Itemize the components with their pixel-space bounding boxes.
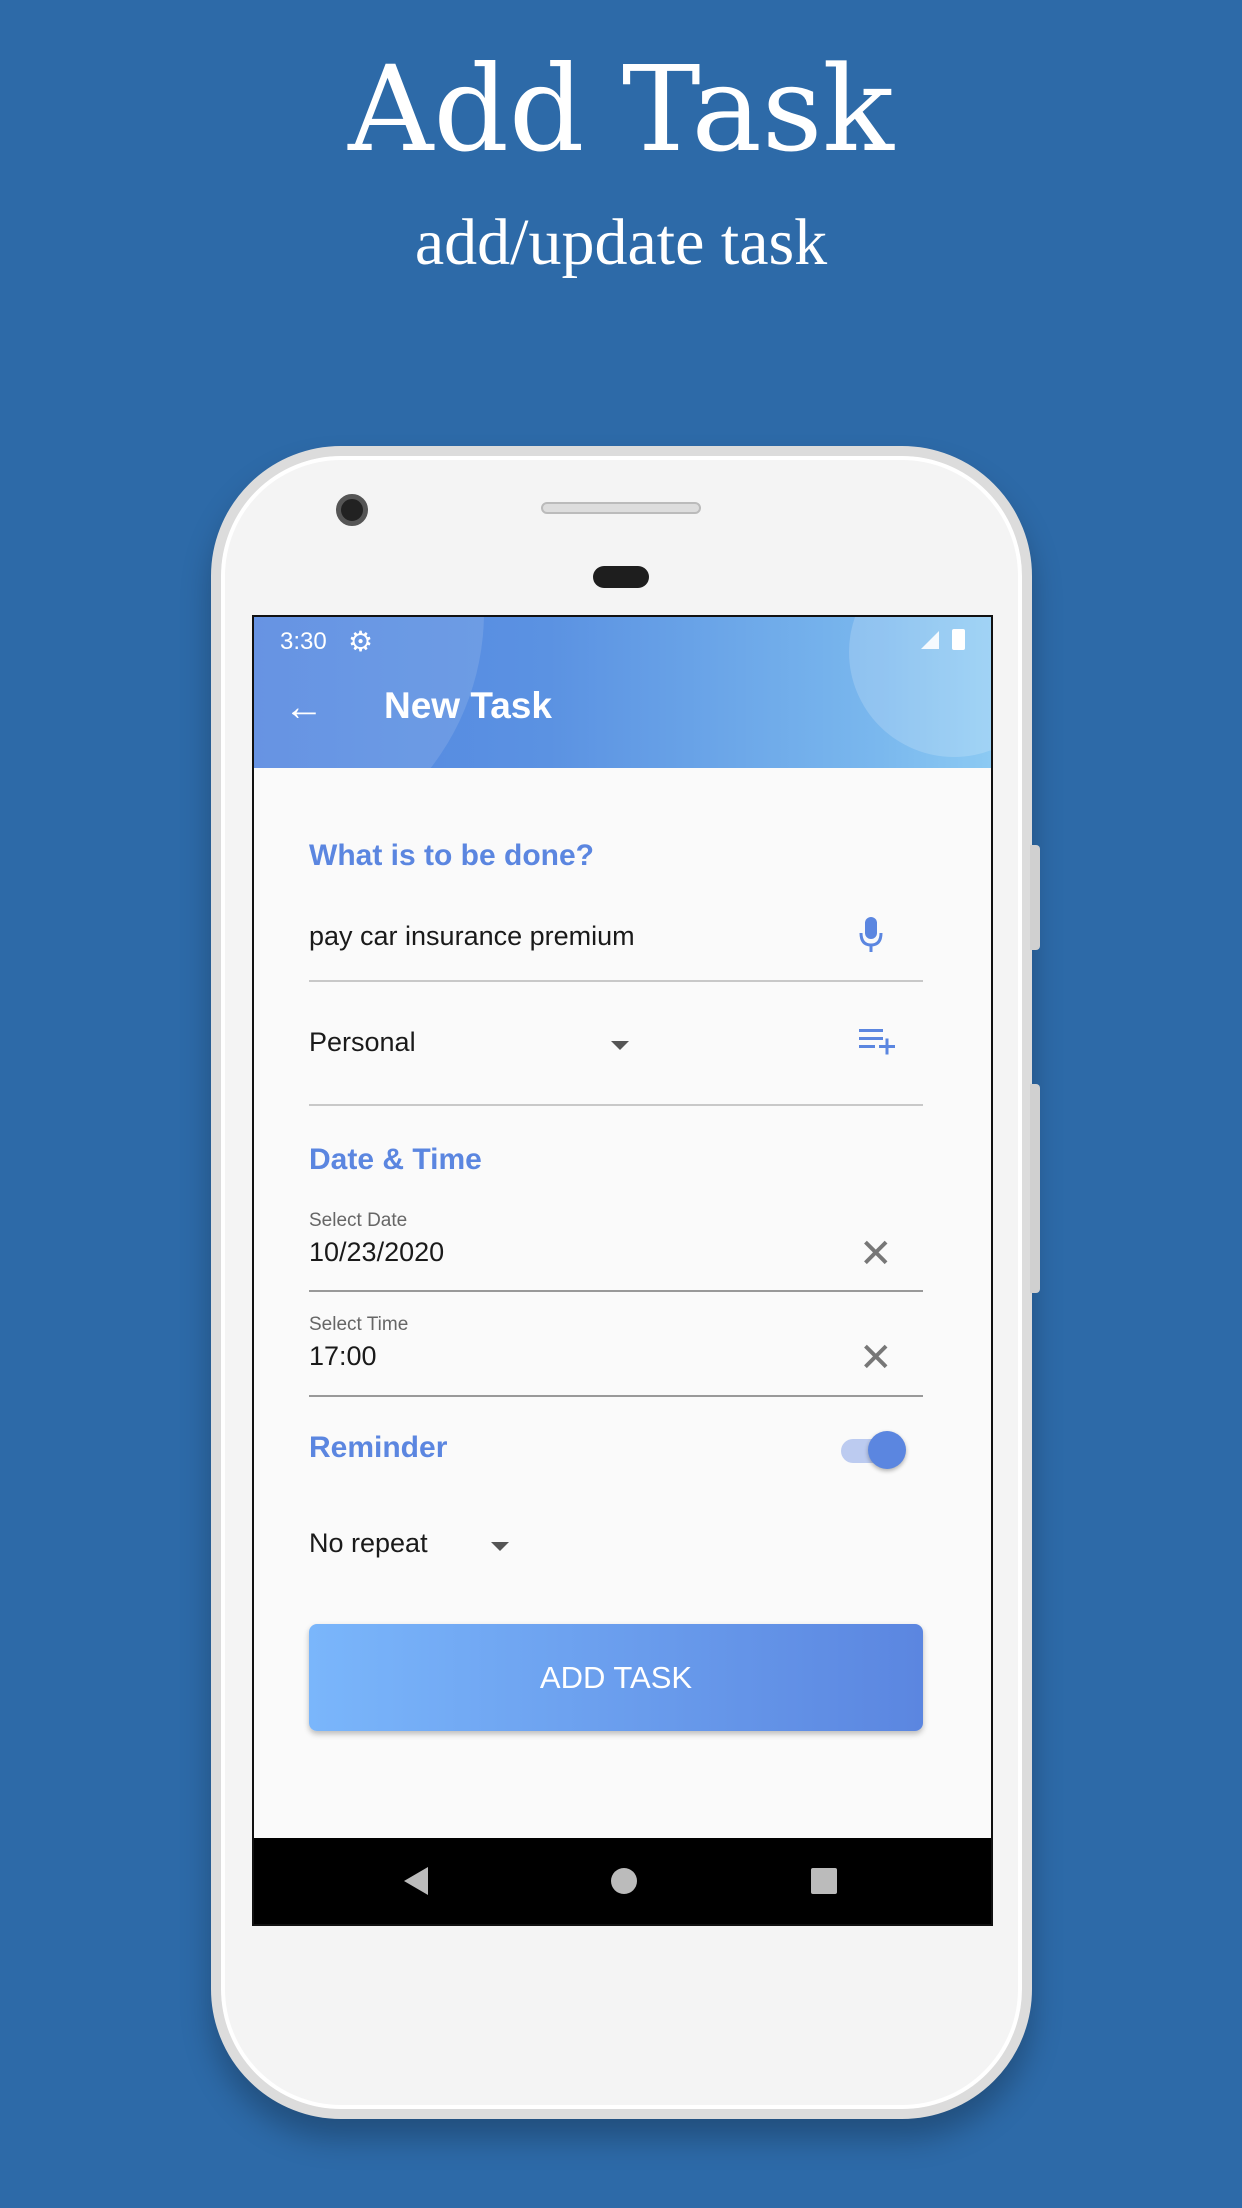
caret-down-icon — [491, 1542, 509, 1551]
arrow-left-icon[interactable]: ← — [284, 687, 324, 727]
playlist-add-icon[interactable] — [859, 1026, 897, 1056]
page-title: New Task — [384, 685, 552, 726]
phone-camera — [336, 494, 368, 526]
toggle-knob — [868, 1431, 906, 1469]
phone-earpiece — [593, 566, 649, 588]
nav-recents-icon[interactable] — [811, 1868, 837, 1894]
microphone-icon[interactable] — [858, 915, 884, 955]
app-screen: 3:30 ⚙ ← New Task What is to be done? pa… — [252, 615, 993, 1926]
clear-time-icon[interactable]: ✕ — [859, 1338, 893, 1378]
battery-icon — [952, 629, 965, 650]
nav-home-icon[interactable] — [611, 1868, 637, 1894]
app-bar: 3:30 ⚙ ← New Task — [254, 617, 991, 768]
repeat-dropdown-value: No repeat — [309, 1528, 428, 1558]
status-time: 3:30 — [280, 628, 327, 655]
time-field-value: 17:00 — [309, 1341, 377, 1371]
nav-back-icon[interactable] — [404, 1867, 428, 1895]
hero-subtitle: add/update task — [414, 206, 828, 279]
add-task-button[interactable]: ADD TASK — [309, 1624, 923, 1731]
list-dropdown-value: Personal — [309, 1027, 416, 1057]
task-input[interactable]: pay car insurance premium — [309, 921, 849, 952]
phone-power-button — [1030, 845, 1040, 950]
list-dropdown-underline — [309, 1104, 923, 1106]
phone-speaker — [541, 502, 701, 514]
task-section-heading: What is to be done? — [309, 839, 594, 872]
hero-title: Add Task — [348, 40, 894, 178]
phone-volume-button — [1030, 1084, 1040, 1293]
time-field-underline — [309, 1395, 923, 1397]
reminder-label: Reminder — [309, 1431, 448, 1464]
time-field-label: Select Time — [309, 1314, 409, 1335]
task-input-underline — [309, 980, 923, 982]
signal-icon — [921, 631, 939, 649]
date-field-underline — [309, 1290, 923, 1292]
datetime-section-heading: Date & Time — [309, 1143, 482, 1176]
system-nav-bar — [254, 1838, 991, 1924]
gear-icon: ⚙ — [348, 626, 374, 657]
date-field-value: 10/23/2020 — [309, 1237, 445, 1267]
date-field-label: Select Date — [309, 1210, 408, 1231]
caret-down-icon — [611, 1041, 629, 1050]
decor-circle — [849, 617, 991, 757]
clear-date-icon[interactable]: ✕ — [859, 1234, 893, 1274]
